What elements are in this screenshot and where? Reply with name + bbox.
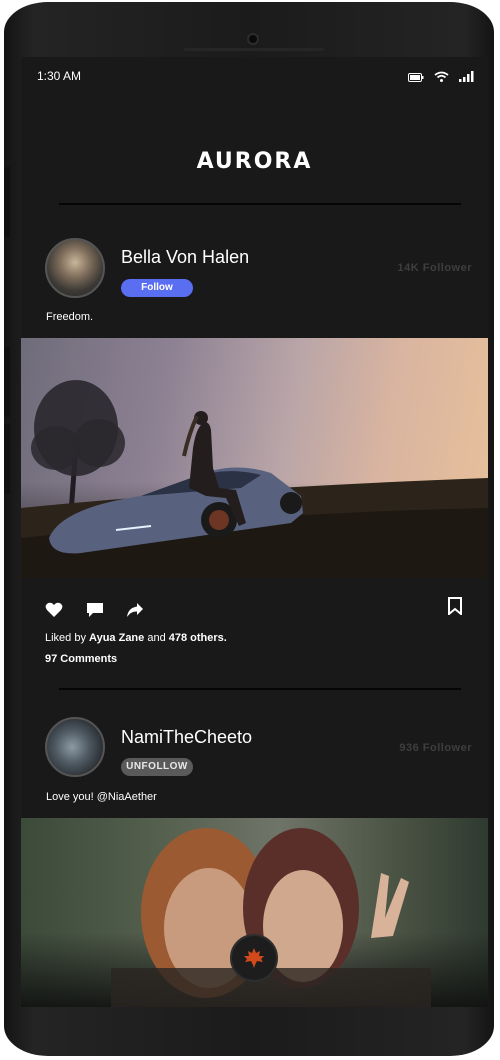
front-camera [247, 33, 259, 45]
phone-frame: 1:30 AM AURORA Bella Von Halen Follow 14… [4, 2, 494, 1056]
header-divider [59, 203, 461, 205]
post-image[interactable] [21, 338, 488, 578]
avatar[interactable] [45, 238, 105, 298]
post-caption: Love you! @NiaAether [46, 791, 157, 803]
app-screen: 1:30 AM AURORA Bella Von Halen Follow 14… [21, 57, 488, 1007]
speaker-grille [184, 48, 324, 51]
follow-button[interactable]: Follow [121, 279, 193, 297]
status-icons [408, 69, 474, 87]
post-divider [59, 688, 461, 690]
phone-side-button [4, 424, 10, 494]
likes-others[interactable]: 478 others. [169, 632, 227, 644]
phone-side-button [4, 347, 10, 417]
maple-leaf-icon[interactable] [230, 934, 278, 982]
status-time: 1:30 AM [37, 69, 82, 83]
post-author[interactable]: NamiTheCheeto [121, 727, 252, 748]
likes-and: and [147, 632, 166, 644]
bookmark-icon[interactable] [447, 597, 463, 619]
phone-side-button [4, 167, 10, 237]
wifi-icon [434, 69, 449, 87]
share-icon[interactable] [126, 602, 144, 622]
battery-icon [408, 69, 424, 87]
app-logo: AURORA [196, 149, 313, 174]
liked-by-user[interactable]: Ayua Zane [89, 632, 144, 644]
follower-count: 936 Follower [399, 742, 472, 754]
post-image-scene [21, 380, 488, 578]
follower-count: 14K Follower [397, 262, 472, 274]
signal-icon [459, 69, 474, 87]
likes-prefix: Liked by [45, 632, 86, 644]
avatar[interactable] [45, 717, 105, 777]
comments-link[interactable]: 97 Comments [45, 653, 117, 665]
post-caption: Freedom. [46, 311, 94, 323]
post-author[interactable]: Bella Von Halen [121, 247, 249, 268]
heart-icon[interactable] [45, 602, 63, 622]
comment-icon[interactable] [86, 602, 104, 622]
likes-summary: Liked by Ayua Zane and 478 others. [45, 632, 227, 644]
unfollow-button[interactable]: UNFOLLOW [121, 758, 193, 776]
